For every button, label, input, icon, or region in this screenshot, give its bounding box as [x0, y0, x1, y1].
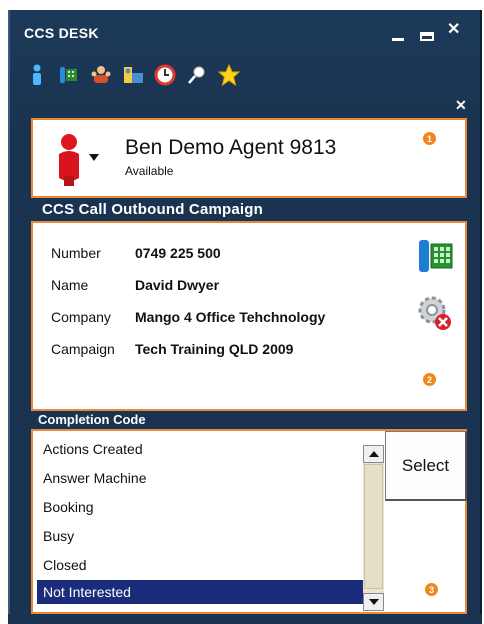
list-item[interactable]: Answer Machine: [37, 464, 363, 493]
panel-close-icon[interactable]: ✕: [455, 97, 467, 114]
select-button[interactable]: Select: [385, 431, 467, 501]
field-row-name: Name David Dwyer: [51, 277, 219, 293]
select-button-label: Select: [401, 455, 450, 475]
scroll-thumb[interactable]: [364, 464, 383, 589]
pin-icon[interactable]: [186, 63, 208, 87]
field-label: Campaign: [51, 341, 115, 357]
list-item[interactable]: Closed: [37, 551, 363, 580]
field-label: Company: [51, 309, 111, 325]
list-item[interactable]: Actions Created: [37, 435, 363, 464]
callout-badge-1: 1: [423, 132, 436, 145]
completion-panel: Actions Created Answer Machine Booking B…: [31, 429, 467, 614]
agent-name: Ben Demo Agent 9813: [125, 136, 337, 159]
maximize-button[interactable]: [420, 32, 434, 41]
campaign-section-title: CCS Call Outbound Campaign: [42, 201, 264, 218]
dial-phone-icon[interactable]: [417, 237, 455, 275]
scroll-up-arrow-icon[interactable]: [363, 445, 384, 463]
window-bottom-bar: [8, 614, 482, 624]
field-value: David Dwyer: [135, 277, 220, 293]
window-title: CCS DESK: [24, 25, 99, 41]
scroll-down-arrow-icon[interactable]: [363, 593, 384, 611]
agent-panel: Ben Demo Agent 9813 Available 1: [31, 118, 467, 198]
toolbar: [26, 61, 240, 89]
settings-cancel-icon[interactable]: [415, 293, 455, 333]
field-row-company: Company Mango 4 Office Tehchnology: [51, 309, 325, 325]
agent-icon[interactable]: [26, 63, 48, 87]
minimize-button[interactable]: [392, 38, 404, 41]
field-value: 0749 225 500: [135, 245, 221, 261]
field-value: Mango 4 Office Tehchnology: [135, 309, 326, 325]
field-label: Name: [51, 277, 89, 293]
field-row-number: Number 0749 225 500: [51, 245, 221, 261]
completion-code-list[interactable]: Actions Created Answer Machine Booking B…: [37, 435, 363, 610]
phone-icon[interactable]: [58, 63, 80, 87]
field-row-campaign: Campaign Tech Training QLD 2009: [51, 341, 293, 357]
people-icon[interactable]: [90, 63, 112, 87]
campaign-panel: Number 0749 225 500 Name David Dwyer Com…: [31, 221, 467, 411]
field-value: Tech Training QLD 2009: [135, 341, 294, 357]
callout-badge-2: 2: [423, 373, 436, 386]
agent-status: Available: [125, 164, 174, 178]
list-item[interactable]: Busy: [37, 522, 363, 551]
list-item-selected[interactable]: Not Interested: [37, 580, 363, 604]
list-item[interactable]: Booking: [37, 493, 363, 522]
callout-badge-3: 3: [425, 583, 438, 596]
clock-icon[interactable]: [154, 63, 176, 87]
field-label: Number: [51, 245, 101, 261]
list-scrollbar[interactable]: [363, 445, 384, 611]
close-button[interactable]: ✕: [447, 22, 460, 38]
completion-section-title: Completion Code: [38, 412, 146, 427]
agent-avatar-icon[interactable]: [53, 132, 103, 188]
folder-user-icon[interactable]: [122, 63, 144, 87]
star-icon[interactable]: [218, 63, 240, 87]
